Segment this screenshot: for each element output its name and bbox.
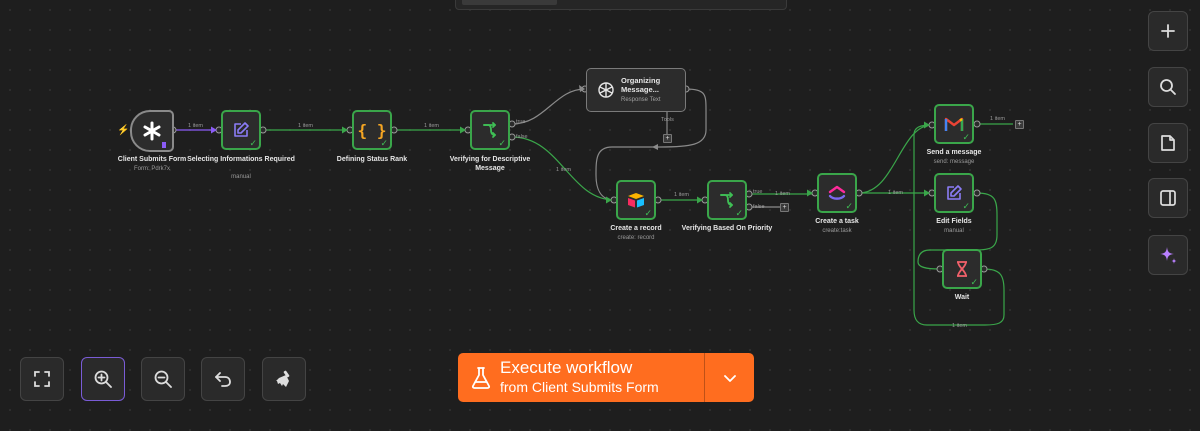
add-node-button[interactable]: + <box>1015 120 1024 129</box>
node-verifying-priority[interactable]: ✓ <box>707 180 747 220</box>
node-title: Organizing Message... <box>621 76 661 94</box>
execute-subtitle: from Client Submits Form <box>500 379 659 395</box>
edge-label: 1 item <box>298 123 313 129</box>
openai-icon <box>595 79 617 101</box>
edge-label: 1 item <box>775 191 790 197</box>
arrowhead <box>606 196 612 204</box>
node-title: Verifying for Descriptive Message <box>449 156 531 172</box>
node-client-submits-form[interactable] <box>130 110 174 152</box>
arrowhead <box>460 126 466 134</box>
clear-execution-icon <box>276 370 290 387</box>
node-subtitle: create:task <box>822 228 852 234</box>
node-subtitle: send: message <box>933 159 975 165</box>
arrowhead <box>342 126 348 134</box>
arrowhead <box>924 189 930 197</box>
edge-label: 1 item <box>424 123 439 129</box>
undo-button[interactable] <box>201 357 245 401</box>
edge-label: 1 item <box>888 190 903 196</box>
edge-label: 1 item <box>952 323 967 329</box>
pin-icon <box>162 142 166 148</box>
success-check-icon: ✓ <box>380 138 388 148</box>
zoom-to-fit-icon <box>34 371 50 387</box>
arrowhead <box>807 189 813 197</box>
search-button[interactable] <box>1148 67 1188 107</box>
add-tool-button[interactable]: + <box>663 134 672 143</box>
branch-label-false: false <box>516 134 528 140</box>
zoom-out-button[interactable] <box>141 357 185 401</box>
sticky-note-button[interactable] <box>1148 123 1188 163</box>
node-create-record[interactable]: ✓ <box>616 180 656 220</box>
undo-icon <box>215 372 231 387</box>
clear-execution-button[interactable] <box>262 357 306 401</box>
node-verifying-descriptive[interactable]: ✓ <box>470 110 510 150</box>
arrowhead <box>697 196 703 204</box>
node-subtitle: manual <box>231 174 251 180</box>
add-node-button[interactable]: + <box>780 203 789 212</box>
node-defining-status-rank[interactable]: { } ✓ <box>352 110 392 150</box>
ai-assistant-button[interactable] <box>1148 235 1188 275</box>
branch-label-true: true <box>516 119 526 125</box>
branch-label-false: false <box>753 204 765 210</box>
sticky-note-icon <box>1161 135 1175 151</box>
edge-label: 1 item <box>990 116 1005 122</box>
chevron-down-icon <box>723 374 736 382</box>
success-check-icon: ✓ <box>970 277 978 287</box>
node-subtitle: Response Text <box>621 97 661 103</box>
node-wait[interactable]: ✓ <box>942 249 982 289</box>
success-check-icon: ✓ <box>735 208 743 218</box>
arrowhead <box>211 126 217 134</box>
success-check-icon: ✓ <box>249 138 257 148</box>
node-title: Edit Fields <box>936 218 972 225</box>
success-check-icon: ✓ <box>498 138 506 148</box>
branch-label-true: true <box>753 189 763 195</box>
node-send-message[interactable]: ✓ <box>934 104 974 144</box>
add-node-toolbar-button[interactable] <box>1148 11 1188 51</box>
tools-label: Tools <box>661 117 674 123</box>
zoom-out-icon <box>154 370 172 388</box>
asterisk-icon <box>132 112 172 150</box>
success-check-icon: ✓ <box>962 201 970 211</box>
execute-dropdown-button[interactable] <box>705 353 754 402</box>
edge-label: 1 item <box>674 192 689 198</box>
node-edit-fields[interactable]: ✓ <box>934 173 974 213</box>
node-title: Verifying Based On Priority <box>681 225 773 232</box>
node-title: Create a task <box>815 218 859 225</box>
success-check-icon: ✓ <box>962 132 970 142</box>
node-title: Defining Status Rank <box>336 156 408 163</box>
success-check-icon: ✓ <box>644 208 652 218</box>
node-subtitle: Form: Pdrk7x <box>133 166 170 172</box>
edge-label: 1 item <box>556 167 571 173</box>
lightning-icon: ⚡ <box>117 125 130 136</box>
edge-label: 1 item <box>188 123 203 129</box>
node-title: Send a message <box>926 149 982 156</box>
node-create-task[interactable]: ✓ <box>817 173 857 213</box>
arrowhead <box>924 121 930 129</box>
zoom-in-icon <box>94 370 112 388</box>
zoom-in-button[interactable] <box>81 357 125 401</box>
sparkle-icon <box>1160 247 1177 264</box>
success-check-icon: ✓ <box>845 201 853 211</box>
arrowhead <box>652 144 658 150</box>
flask-icon <box>471 367 491 389</box>
node-selecting-informations[interactable]: ✓ <box>221 110 261 150</box>
execute-workflow-button[interactable]: Execute workflow from Client Submits For… <box>458 353 754 402</box>
search-icon <box>1160 79 1176 95</box>
panel-icon <box>1160 190 1176 206</box>
node-subtitle: create: record <box>617 235 655 241</box>
execute-title: Execute workflow <box>500 358 633 377</box>
node-organizing-message[interactable]: Organizing Message... Response Text <box>586 68 686 112</box>
node-title: Selecting Informations Required <box>187 156 295 163</box>
node-subtitle: manual <box>944 228 964 234</box>
zoom-to-fit-button[interactable] <box>20 357 64 401</box>
toggle-panel-button[interactable] <box>1148 178 1188 218</box>
node-title: Wait <box>954 294 970 301</box>
plus-icon <box>1161 24 1175 38</box>
